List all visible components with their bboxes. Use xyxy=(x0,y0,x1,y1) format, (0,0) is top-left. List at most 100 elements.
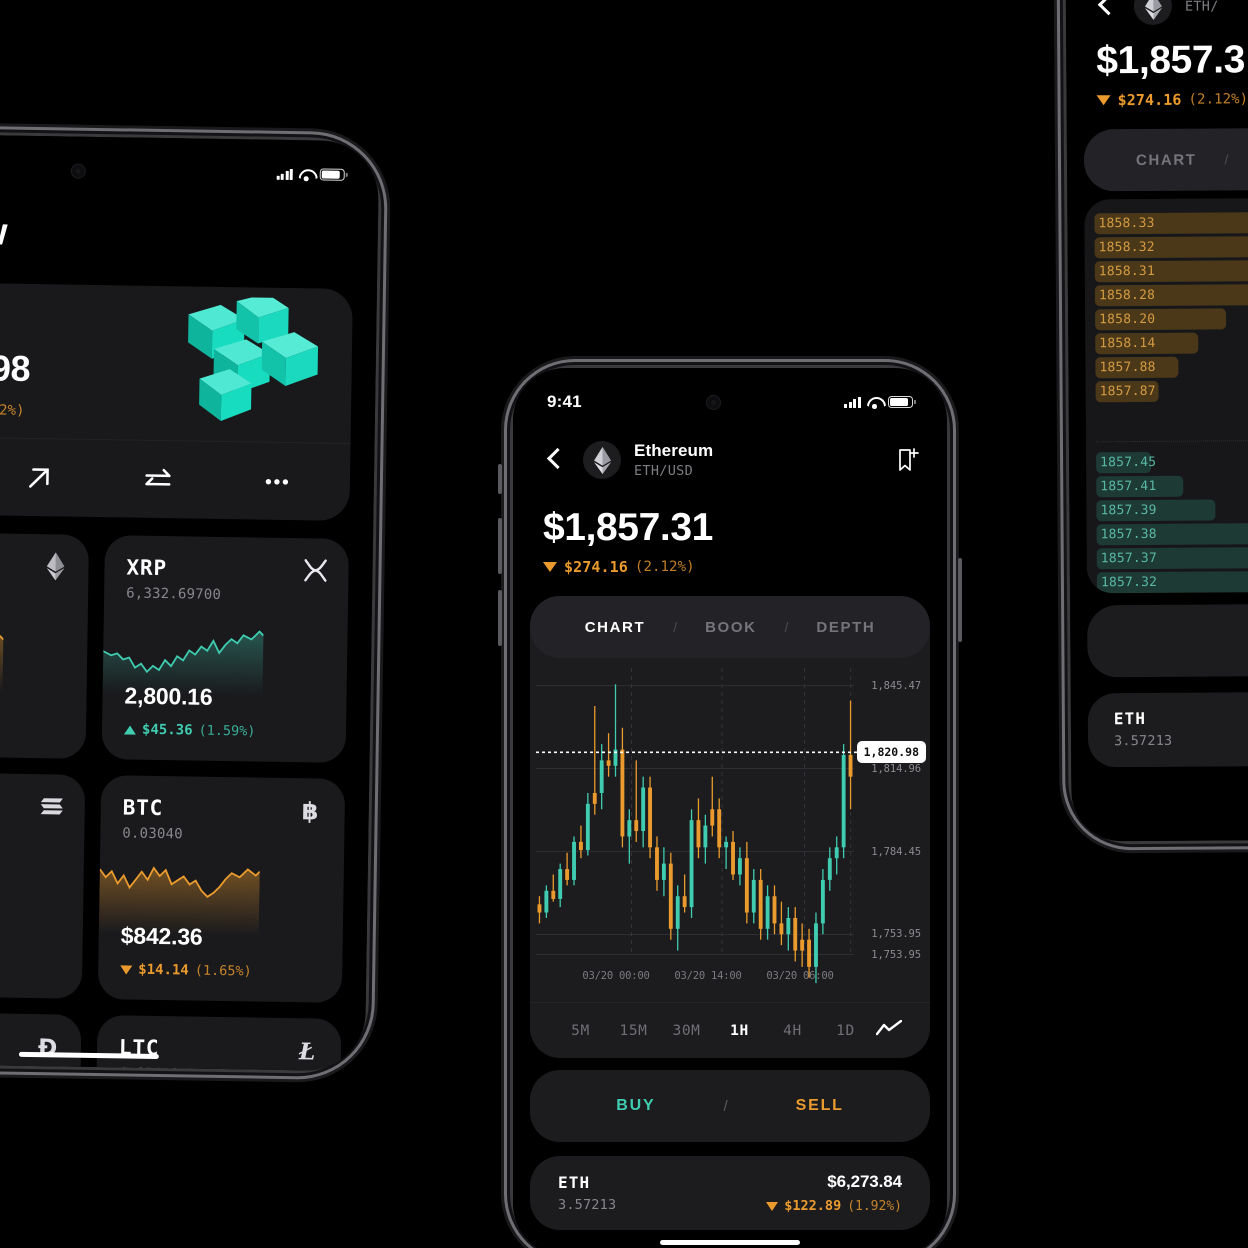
chart-panel: CHART / BOOK / DEPTH 1,845.47 1,814.96 1,7… xyxy=(530,596,930,1058)
ethereum-icon xyxy=(1133,0,1173,26)
exchange-arrows-icon[interactable] xyxy=(140,462,175,497)
order-book-buy-row[interactable]: 1857.45 xyxy=(1086,450,1248,474)
ethereum-icon xyxy=(46,552,65,581)
right-buy-button[interactable]: BUY xyxy=(1087,602,1248,678)
right-header: ETH/ xyxy=(1066,0,1248,30)
tab-chart[interactable]: CHART xyxy=(1130,151,1203,169)
quick-actions-row xyxy=(0,435,351,521)
home-indicator xyxy=(660,1240,800,1245)
timeframe-1h[interactable]: 1H xyxy=(713,1023,766,1039)
triangle-up-icon xyxy=(123,724,137,735)
x-axis-tick: 03/20 14:00 xyxy=(674,970,742,982)
order-book-sell-row[interactable]: 1857.87 xyxy=(1086,379,1248,403)
order-book-buy-row[interactable]: 1857.37 xyxy=(1087,546,1248,570)
chevron-left-icon[interactable] xyxy=(1092,0,1118,19)
order-book-buy-row[interactable]: 1857.32 xyxy=(1087,569,1248,594)
asset-change: $14.14 (1.65%) xyxy=(120,961,252,979)
asset-row-2: 5600 140.41 xyxy=(0,771,346,1003)
order-book-buy-row[interactable]: 1857.41 xyxy=(1086,474,1248,498)
order-book-sell-row[interactable]: 1858.28 xyxy=(1085,283,1248,307)
asset-change-percent: (1.65%) xyxy=(194,962,252,980)
holding-quantity: 3.57213 xyxy=(558,1197,617,1213)
order-book-sell-row[interactable]: 1857.88 xyxy=(1085,355,1248,379)
order-book-buy-row[interactable]: 1857.38 xyxy=(1087,522,1248,546)
power-button[interactable] xyxy=(958,558,962,642)
buy-sell-separator: / xyxy=(723,1097,728,1115)
sparkline-down xyxy=(0,629,4,692)
asset-change-amount: $14.14 xyxy=(138,961,189,979)
asset-quantity: 4.65410 xyxy=(118,1065,179,1071)
timeframe-5m[interactable]: 5M xyxy=(554,1023,607,1039)
volume-card[interactable]: ume 12,214.98 $150.70 (1.22%) xyxy=(0,281,353,521)
holding-change: $122.89 (1.92%) xyxy=(766,1198,902,1214)
arrow-up-right-icon[interactable] xyxy=(21,460,56,495)
candlestick-chart[interactable]: 1,845.47 1,814.96 1,784.45 1,753.95 1,753.95… xyxy=(530,658,930,1002)
order-book-sell-row[interactable]: 1858.33 xyxy=(1084,210,1248,235)
tab-book[interactable]: BOOK xyxy=(699,619,762,636)
volume-up-button[interactable] xyxy=(498,518,502,574)
asset-card-ltc[interactable]: LTC 4.65410 Ł xyxy=(95,1015,342,1072)
timeframe-30m[interactable]: 30M xyxy=(660,1023,713,1039)
right-tab-bar: CHART / xyxy=(1083,126,1248,192)
tab-depth[interactable]: DEPTH xyxy=(810,619,881,636)
x-axis-tick: 03/20 06:00 xyxy=(766,970,834,982)
tab-separator: / xyxy=(1224,151,1229,168)
asset-card-doge[interactable]: GE 00.0000 Ð xyxy=(0,1010,82,1072)
asset-quantity: 6,332.69700 xyxy=(126,585,222,603)
right-holding-card[interactable]: ETH 3.57213 xyxy=(1087,690,1248,768)
volume-change-percent: (1.22%) xyxy=(0,401,25,419)
asset-card-xrp[interactable]: XRP 6,332.69700 2,800.16 $45.36 (1.59%) xyxy=(101,535,350,763)
battery-icon xyxy=(319,168,345,181)
bitcoin-icon: ฿ xyxy=(302,797,319,824)
center-status-bar: 9:41 xyxy=(513,368,947,422)
order-book-sell-row[interactable]: 1858.31 xyxy=(1085,258,1248,283)
order-book-sell-row[interactable]: 1858.32 xyxy=(1085,234,1248,259)
tab-separator: / xyxy=(673,619,678,635)
holding-symbol: ETH xyxy=(558,1173,591,1192)
chevron-left-icon[interactable] xyxy=(541,447,567,473)
asset-row-3: GE 00.0000 Ð LTC 4.65410 Ł xyxy=(0,1010,342,1072)
ellipsis-icon[interactable] xyxy=(259,464,294,499)
order-book-sell-row[interactable]: 1858.20 xyxy=(1085,307,1248,331)
timeframe-4h[interactable]: 4H xyxy=(766,1023,819,1039)
asset-quantity: 0.03040 xyxy=(122,825,183,843)
triangle-down-icon xyxy=(1096,95,1111,106)
volume-down-button[interactable] xyxy=(498,590,502,646)
ethereum-glyph xyxy=(593,446,611,474)
asset-card-btc[interactable]: BTC 0.03040 ฿ $842.36 $14.14 (1.65%) xyxy=(97,775,346,1003)
silent-switch[interactable] xyxy=(498,464,502,494)
order-book-sell-side: 1858.33 1858.32 1858.31 1858.28 1858.20 1858.… xyxy=(1084,210,1248,403)
right-change: $274.16 (2.12%) xyxy=(1096,90,1248,110)
buy-button[interactable]: BUY xyxy=(616,1097,655,1115)
order-price: 1857.45 xyxy=(1100,454,1157,471)
cellular-bars-icon xyxy=(844,396,861,408)
right-change-amount: $274.16 xyxy=(1117,90,1182,110)
asset-symbol: BTC xyxy=(122,795,164,821)
cellular-bars-icon xyxy=(276,168,293,180)
asset-change-percent: (1.59%) xyxy=(198,722,256,740)
timeframe-15m[interactable]: 15M xyxy=(607,1023,660,1039)
price-block: $1,857.31 $274.16 (2.12%) xyxy=(543,508,713,576)
x-axis-tick: 03/20 00:00 xyxy=(582,970,650,982)
bookmark-add-icon[interactable] xyxy=(897,447,919,473)
left-phone-screen: 41 verview ume 12,214.98 $150.70 (1.22%) xyxy=(0,132,380,1072)
center-phone-device: 9:41 Ethereum ETH/USD $1,857.31 $274.16 … xyxy=(498,368,962,1248)
order-price: 1858.31 xyxy=(1098,263,1156,280)
holding-change-amount: $122.89 xyxy=(784,1198,842,1214)
holding-left: ETH 3.57213 xyxy=(558,1173,616,1213)
order-book-sell-row[interactable]: 1858.14 xyxy=(1085,331,1248,355)
timeframe-1d[interactable]: 1D xyxy=(819,1023,872,1039)
order-price: 1857.88 xyxy=(1099,359,1156,376)
sell-button[interactable]: SELL xyxy=(796,1097,844,1115)
order-book-buy-row[interactable]: 1857.39 xyxy=(1086,498,1248,522)
page-title: verview xyxy=(0,209,8,254)
order-price: 1857.32 xyxy=(1100,574,1158,591)
asset-card-sol[interactable]: 5600 140.41 xyxy=(0,771,86,999)
tab-chart[interactable]: CHART xyxy=(579,619,652,636)
svg-text:Ł: Ł xyxy=(298,1038,316,1064)
asset-card-eth[interactable]: 213 273.84 xyxy=(0,531,90,759)
line-chart-icon[interactable] xyxy=(872,1019,906,1041)
y-axis-tick: 1,814.96 xyxy=(871,762,921,775)
holding-card[interactable]: ETH 3.57213 $6,273.84 $122.89 (1.92%) xyxy=(530,1156,930,1230)
solana-icon xyxy=(40,798,63,815)
